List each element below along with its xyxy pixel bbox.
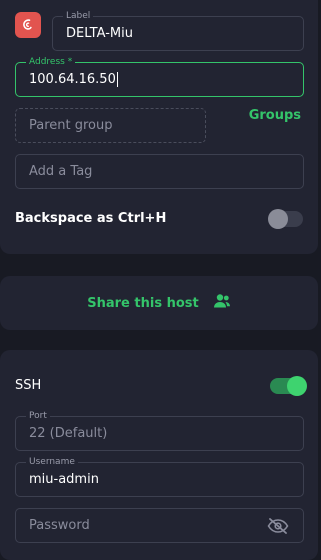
port-field[interactable]: Port 22 (Default) [15, 410, 304, 451]
ssh-label: SSH [15, 378, 42, 393]
password-placeholder: Password [29, 518, 90, 533]
parent-group-field[interactable]: Parent group [15, 108, 206, 143]
debian-os-icon[interactable] [15, 12, 41, 38]
backspace-toggle[interactable] [268, 209, 303, 229]
backspace-label: Backspace as Ctrl+H [15, 211, 167, 226]
ssh-toggle[interactable] [270, 376, 307, 396]
toggle-knob [268, 209, 288, 229]
address-field[interactable]: Address * 100.64.16.50 [15, 56, 304, 97]
label-field[interactable]: Label DELTA-Miu [52, 10, 304, 51]
username-field[interactable]: Username miu-admin [15, 456, 304, 497]
share-host-row: Share this host [0, 276, 318, 330]
text-caret [116, 72, 118, 87]
label-field-value: DELTA-Miu [66, 26, 133, 41]
parent-group-placeholder: Parent group [29, 118, 113, 133]
address-field-value: 100.64.16.50 [29, 72, 116, 87]
tag-placeholder: Add a Tag [29, 164, 93, 179]
groups-link[interactable]: Groups [249, 108, 301, 123]
toggle-knob [287, 376, 307, 396]
password-field[interactable]: Password [15, 508, 304, 543]
address-field-value-wrap: 100.64.16.50 [29, 63, 118, 96]
share-host-label: Share this host [87, 295, 199, 311]
host-general-card: Label DELTA-Miu Address * 100.64.16.50 P… [0, 0, 318, 254]
tag-field[interactable]: Add a Tag [15, 154, 304, 189]
eye-off-icon[interactable] [267, 509, 289, 542]
username-value: miu-admin [29, 472, 99, 487]
share-host-card[interactable]: Share this host [0, 276, 318, 330]
ssh-card: SSH Port 22 (Default) Username miu-admin… [0, 350, 318, 560]
users-icon [213, 293, 231, 313]
port-placeholder: 22 (Default) [29, 426, 108, 441]
